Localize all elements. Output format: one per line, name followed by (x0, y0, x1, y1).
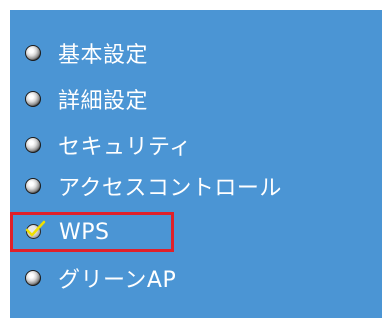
menu-item-label: セキュリティ (58, 135, 192, 160)
menu-item-label: アクセスコントロール (58, 176, 282, 201)
menu-item-security[interactable]: セキュリティ (25, 129, 192, 161)
menu-item-label: 基本設定 (58, 43, 149, 68)
menu-item-label: グリーンAP (58, 268, 177, 293)
menu-item-green-ap[interactable]: グリーンAP (25, 262, 176, 294)
radio-bullet-icon (25, 178, 41, 194)
radio-bullet-icon (25, 137, 41, 153)
menu-item-basic-settings[interactable]: 基本設定 (25, 37, 148, 69)
wps-highlight-box (10, 212, 174, 252)
radio-bullet-icon (25, 91, 41, 107)
radio-bullet-icon (25, 270, 41, 286)
menu-item-label: 詳細設定 (58, 89, 149, 114)
radio-bullet-icon (25, 45, 41, 61)
menu-item-advanced-settings[interactable]: 詳細設定 (25, 83, 148, 115)
menu-item-access-control[interactable]: アクセスコントロール (25, 170, 282, 202)
